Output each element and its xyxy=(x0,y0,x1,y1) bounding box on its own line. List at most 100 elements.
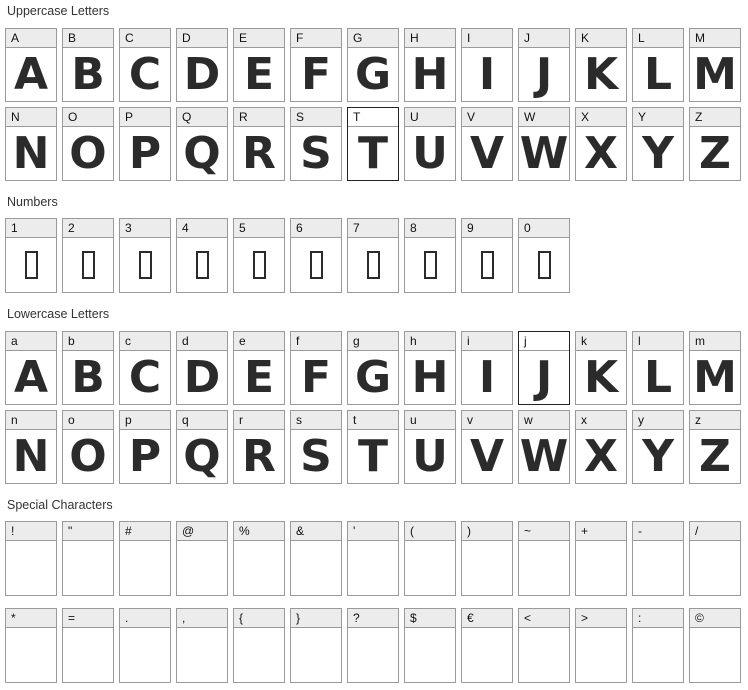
glyph-preview: R xyxy=(242,127,276,179)
glyph-cell[interactable]: rR xyxy=(233,410,285,484)
glyph-cell[interactable]: € xyxy=(461,608,513,683)
glyph-cell[interactable]: GG xyxy=(347,28,399,102)
glyph-cell[interactable]: DD xyxy=(176,28,228,102)
glyph-cell[interactable]: iI xyxy=(461,331,513,405)
glyph-cell[interactable]: qQ xyxy=(176,410,228,484)
glyph-cell[interactable]: 4 xyxy=(176,218,228,293)
glyph-cell[interactable]: 7 xyxy=(347,218,399,293)
glyph-cell[interactable]: mM xyxy=(689,331,741,405)
glyph-cell[interactable]: YY xyxy=(632,107,684,181)
glyph-cell[interactable]: zZ xyxy=(689,410,741,484)
glyph-cell[interactable]: II xyxy=(461,28,513,102)
glyph-cell-label: D xyxy=(177,29,227,48)
glyph-cell-label: w xyxy=(519,411,569,430)
glyph-cell[interactable]: ZZ xyxy=(689,107,741,181)
glyph-cell[interactable]: yY xyxy=(632,410,684,484)
glyph-cell[interactable]: LL xyxy=(632,28,684,102)
glyph-cell[interactable]: + xyxy=(575,521,627,596)
glyph-cell[interactable]: / xyxy=(689,521,741,596)
glyph-cell[interactable]: vV xyxy=(461,410,513,484)
glyph-cell[interactable]: kK xyxy=(575,331,627,405)
glyph-cell[interactable]: SS xyxy=(290,107,342,181)
glyph-cell[interactable]: wW xyxy=(518,410,570,484)
glyph-cell[interactable]: { xyxy=(233,608,285,683)
glyph-cell[interactable]: 9 xyxy=(461,218,513,293)
glyph-cell[interactable]: bB xyxy=(62,331,114,405)
glyph-cell[interactable]: KK xyxy=(575,28,627,102)
glyph-cell[interactable]: ) xyxy=(461,521,513,596)
glyph-cell[interactable]: > xyxy=(575,608,627,683)
glyph-preview: U xyxy=(412,127,448,179)
glyph-cell[interactable]: CC xyxy=(119,28,171,102)
glyph-cell[interactable]: ' xyxy=(347,521,399,596)
glyph-cell[interactable]: 3 xyxy=(119,218,171,293)
glyph-cell[interactable]: RR xyxy=(233,107,285,181)
glyph-cell[interactable]: MM xyxy=(689,28,741,102)
glyph-cell[interactable]: fF xyxy=(290,331,342,405)
glyph-cell[interactable]: % xyxy=(233,521,285,596)
glyph-cell[interactable]: & xyxy=(290,521,342,596)
glyph-cell[interactable]: : xyxy=(632,608,684,683)
glyph-cell[interactable]: tT xyxy=(347,410,399,484)
glyph-cell[interactable]: } xyxy=(290,608,342,683)
glyph-cell[interactable]: < xyxy=(518,608,570,683)
glyph-cell[interactable]: XX xyxy=(575,107,627,181)
glyph-cell[interactable]: ( xyxy=(404,521,456,596)
glyph-cell[interactable]: ~ xyxy=(518,521,570,596)
glyph-cell[interactable]: eE xyxy=(233,331,285,405)
glyph-cell[interactable]: cC xyxy=(119,331,171,405)
glyph-cell[interactable]: # xyxy=(119,521,171,596)
glyph-cell[interactable]: dD xyxy=(176,331,228,405)
glyph-cell[interactable]: gG xyxy=(347,331,399,405)
glyph-cell[interactable]: AA xyxy=(5,28,57,102)
glyph-cell[interactable]: EE xyxy=(233,28,285,102)
glyph-preview: F xyxy=(300,351,332,403)
glyph-cell[interactable]: " xyxy=(62,521,114,596)
glyph-cell[interactable]: - xyxy=(632,521,684,596)
glyph-cell[interactable]: oO xyxy=(62,410,114,484)
glyph-cell[interactable]: uU xyxy=(404,410,456,484)
glyph-cell[interactable]: lL xyxy=(632,331,684,405)
glyph-cell-label: M xyxy=(690,29,740,48)
glyph-cell[interactable]: © xyxy=(689,608,741,683)
glyph-cell[interactable]: VV xyxy=(461,107,513,181)
glyph-cell[interactable]: UU xyxy=(404,107,456,181)
glyph-cell[interactable]: hH xyxy=(404,331,456,405)
glyph-cell[interactable]: JJ xyxy=(518,28,570,102)
glyph-cell[interactable]: 2 xyxy=(62,218,114,293)
glyph-cell[interactable]: @ xyxy=(176,521,228,596)
glyph-cell[interactable]: QQ xyxy=(176,107,228,181)
glyph-cell[interactable]: jJ xyxy=(518,331,570,405)
glyph-cell[interactable]: NN xyxy=(5,107,57,181)
glyph-cell[interactable]: . xyxy=(119,608,171,683)
glyph-cell[interactable]: FF xyxy=(290,28,342,102)
glyph-cell[interactable]: 0 xyxy=(518,218,570,293)
glyph-cell[interactable]: WW xyxy=(518,107,570,181)
glyph-cell-label: h xyxy=(405,332,455,351)
glyph-cell[interactable]: OO xyxy=(62,107,114,181)
glyph-cell[interactable]: 1 xyxy=(5,218,57,293)
glyph-cell[interactable]: PP xyxy=(119,107,171,181)
glyph-cell[interactable]: pP xyxy=(119,410,171,484)
glyph-cell[interactable]: 6 xyxy=(290,218,342,293)
glyph-cell[interactable]: = xyxy=(62,608,114,683)
glyph-cell[interactable]: BB xyxy=(62,28,114,102)
glyph-cell-label: 3 xyxy=(120,219,170,238)
glyph-cell[interactable]: aA xyxy=(5,331,57,405)
glyph-cell[interactable]: sS xyxy=(290,410,342,484)
glyph-cell[interactable]: xX xyxy=(575,410,627,484)
glyph-cell[interactable]: , xyxy=(176,608,228,683)
glyph-cell[interactable]: ? xyxy=(347,608,399,683)
glyph-preview: E xyxy=(243,48,275,100)
glyph-cell[interactable]: 5 xyxy=(233,218,285,293)
glyph-cell[interactable]: TT xyxy=(347,107,399,181)
glyph-cell[interactable]: HH xyxy=(404,28,456,102)
glyph-cell[interactable]: nN xyxy=(5,410,57,484)
glyph-cell[interactable]: ! xyxy=(5,521,57,596)
glyph-cell[interactable]: 8 xyxy=(404,218,456,293)
glyph-preview xyxy=(348,541,398,595)
glyph-preview: M xyxy=(693,351,737,403)
glyph-cell[interactable]: $ xyxy=(404,608,456,683)
glyph-cell[interactable]: * xyxy=(5,608,57,683)
glyph-preview: P xyxy=(128,430,162,482)
